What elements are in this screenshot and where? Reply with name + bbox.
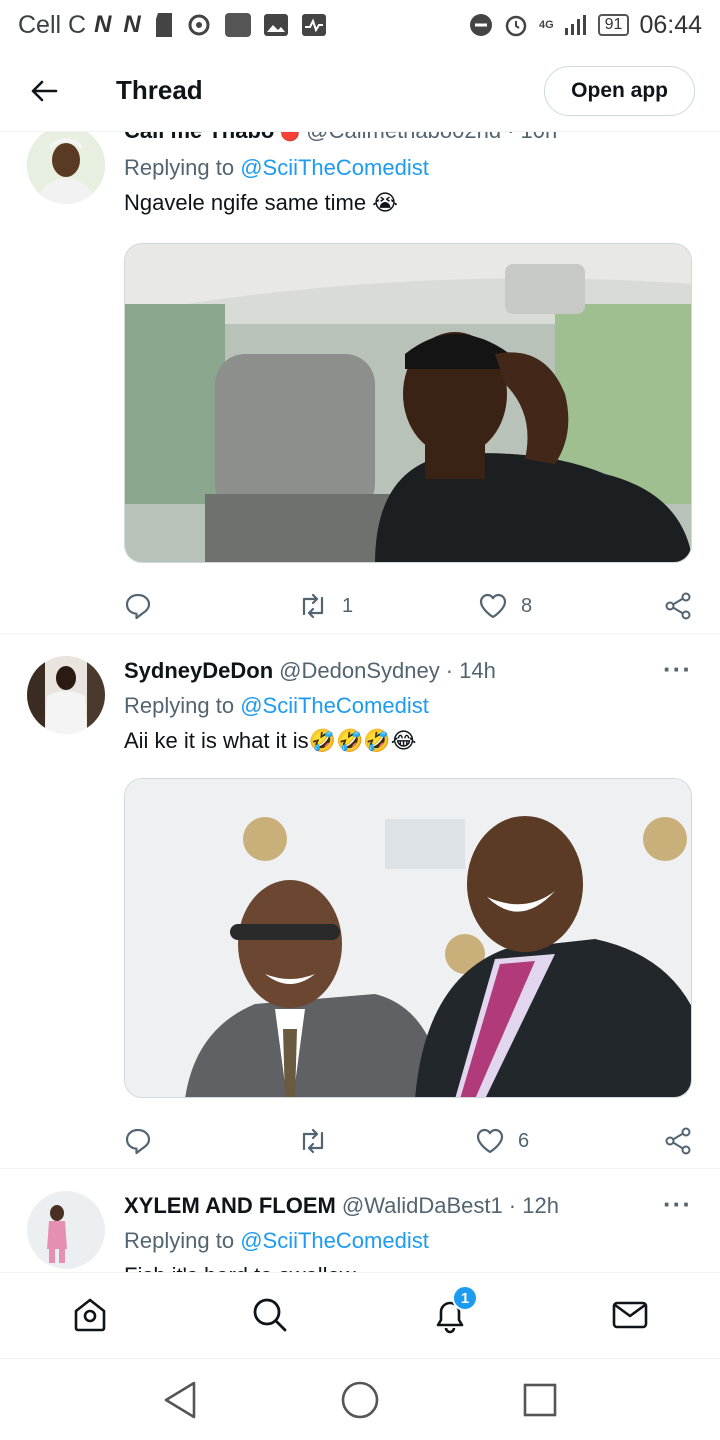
retweet-icon [302,593,324,619]
tweet-photo[interactable] [124,778,692,1098]
like-button[interactable]: 8 [479,586,532,626]
username[interactable]: @WalidDaBest1 [342,1193,503,1219]
notification-icons: N N [94,11,327,39]
like-button[interactable]: 6 [476,1121,529,1161]
tweet[interactable]: SydneyDeDon @DedonSydney · 14h ··· Reply… [0,634,720,1169]
username[interactable]: @DedonSydney [279,658,440,684]
image-icon [263,14,288,36]
tweet-text: Fish it's hard to swallow [124,1263,356,1272]
retweet-count: 1 [342,594,354,617]
avatar[interactable] [27,1191,105,1269]
like-count: 8 [521,594,533,617]
dnd-icon [469,14,492,36]
system-back-button[interactable] [157,1377,203,1423]
tweet-text: Aii ke it is what it is🤣🤣🤣😂 [124,728,417,753]
tweet-photo[interactable] [124,243,692,563]
reply-icon [125,1128,151,1155]
n-logo-icon: N [94,11,112,38]
reply-mention-link[interactable]: @SciiTheComedist [240,1228,429,1253]
reply-prefix: Replying to [124,693,235,718]
retweet-icon [302,1128,324,1154]
nav-home[interactable] [68,1293,112,1337]
system-recents-button[interactable] [517,1377,563,1423]
activity-icon [301,14,326,36]
avatar[interactable] [27,132,105,204]
tweet-actions: 1 8 [124,586,694,626]
reply-prefix: Replying to [124,155,235,180]
avatar[interactable] [27,656,105,734]
camera-icon [188,14,210,36]
tweet[interactable]: XYLEM AND FLOEM @WalidDaBest1 · 12h ··· … [0,1169,720,1272]
app-header: Thread Open app [0,50,720,132]
nav-messages[interactable] [608,1293,652,1337]
signal-icon [564,15,586,35]
heart-icon [479,593,507,619]
username[interactable]: @Callmethabo02nd [306,132,501,144]
reply-context: Replying to @SciiTheComedist [124,693,429,719]
tweet-actions: 6 [124,1121,694,1161]
reply-context: Replying to @SciiTheComedist [124,1228,429,1254]
system-home-button[interactable] [337,1377,383,1423]
reply-prefix: Replying to [124,1228,235,1253]
reply-icon [125,593,151,620]
share-button[interactable] [664,1121,692,1161]
tweet-time[interactable]: · 14h [446,658,496,684]
tweet-time[interactable]: · 12h [509,1193,559,1219]
name-badge: 🔴 [280,132,301,142]
tweet-header: XYLEM AND FLOEM @WalidDaBest1 · 12h [124,1193,690,1219]
reply-context: Replying to @SciiTheComedist [124,155,429,181]
system-navigation-bar [0,1358,720,1440]
tweet-header: SydneyDeDon @DedonSydney · 14h [124,658,690,684]
nav-notifications[interactable]: 1 [428,1285,478,1337]
status-bar: Cell C N N 4G 91 06:44 [0,0,720,50]
search-icon [253,1298,287,1332]
share-icon [665,592,691,620]
notification-badge: 1 [452,1285,478,1311]
display-name[interactable]: SydneyDeDon [124,658,273,684]
share-button[interactable] [664,586,692,626]
tweet[interactable]: Call me Thabo 🔴 @Callmethabo02nd · 10h ·… [0,132,720,634]
tweet-time[interactable]: · 10h [507,132,557,144]
home-icon [74,1298,106,1332]
reply-mention-link[interactable]: @SciiTheComedist [240,155,429,180]
carrier-label: Cell C [18,10,87,39]
heart-icon [476,1128,504,1154]
retweet-button[interactable]: 1 [298,586,353,626]
share-icon [665,1127,691,1155]
nav-search[interactable] [248,1293,292,1337]
display-name[interactable]: XYLEM AND FLOEM [124,1193,336,1219]
reply-mention-link[interactable]: @SciiTheComedist [240,693,429,718]
retweet-button[interactable] [298,1121,342,1161]
sd-card-icon [155,13,172,37]
reply-button[interactable] [124,1121,166,1161]
more-options-button[interactable]: ··· [663,654,692,685]
messages-icon [612,1301,648,1329]
page-title: Thread [116,75,203,105]
reply-button[interactable] [124,586,166,626]
more-options-button[interactable]: ··· [663,1189,692,1220]
bottom-navigation: 1 [0,1272,720,1358]
clock: 06:44 [639,10,702,39]
arrow-left-icon [31,80,58,101]
thread-timeline[interactable]: Call me Thabo 🔴 @Callmethabo02nd · 10h ·… [0,132,720,1272]
tweet-text: Ngavele ngife same time 😭 [124,190,398,215]
like-count: 6 [518,1129,530,1152]
back-button[interactable] [14,61,74,121]
triangle-back-icon [164,1381,196,1419]
network-type-label: 4G [538,18,554,31]
tweet-header: Call me Thabo 🔴 @Callmethabo02nd · 10h [124,132,690,144]
display-name[interactable]: Call me Thabo [124,132,274,144]
alarm-icon [505,15,527,37]
n-logo-icon: N [123,11,141,38]
square-recents-icon [523,1383,557,1417]
more-options-button[interactable]: ··· [663,132,692,143]
battery-indicator: 91 [597,14,630,36]
app-icon [224,13,251,37]
open-app-button[interactable]: Open app [544,65,695,116]
circle-home-icon [341,1381,379,1419]
